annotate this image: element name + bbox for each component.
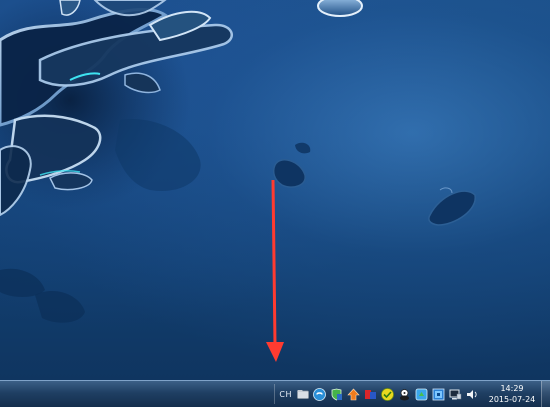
- volume-icon[interactable]: [466, 388, 479, 401]
- green-circle-icon[interactable]: [381, 387, 394, 401]
- antivirus-icon[interactable]: [364, 388, 377, 401]
- network-icon[interactable]: [449, 388, 462, 401]
- security-shield-icon[interactable]: [330, 388, 343, 401]
- desktop-wallpaper: [0, 0, 550, 380]
- clock-date: 2015-07-24: [488, 395, 536, 404]
- tray-divider: [274, 384, 276, 404]
- show-desktop-button[interactable]: [541, 381, 550, 407]
- clock-time: 14:29: [500, 384, 524, 393]
- messenger-icon[interactable]: [398, 388, 411, 401]
- browser-icon[interactable]: [313, 387, 326, 401]
- taskbar: CH 14:29 2015-07-24: [0, 380, 550, 407]
- app-square-icon[interactable]: [432, 388, 445, 401]
- sync-icon[interactable]: [415, 388, 428, 401]
- water-splash-art: [0, 0, 476, 323]
- folder-icon[interactable]: [297, 388, 309, 401]
- download-icon[interactable]: [347, 388, 360, 401]
- language-indicator[interactable]: CH: [279, 390, 292, 399]
- system-tray: CH 14:29 2015-07-24: [274, 381, 550, 407]
- taskbar-clock[interactable]: 14:29 2015-07-24: [483, 381, 541, 407]
